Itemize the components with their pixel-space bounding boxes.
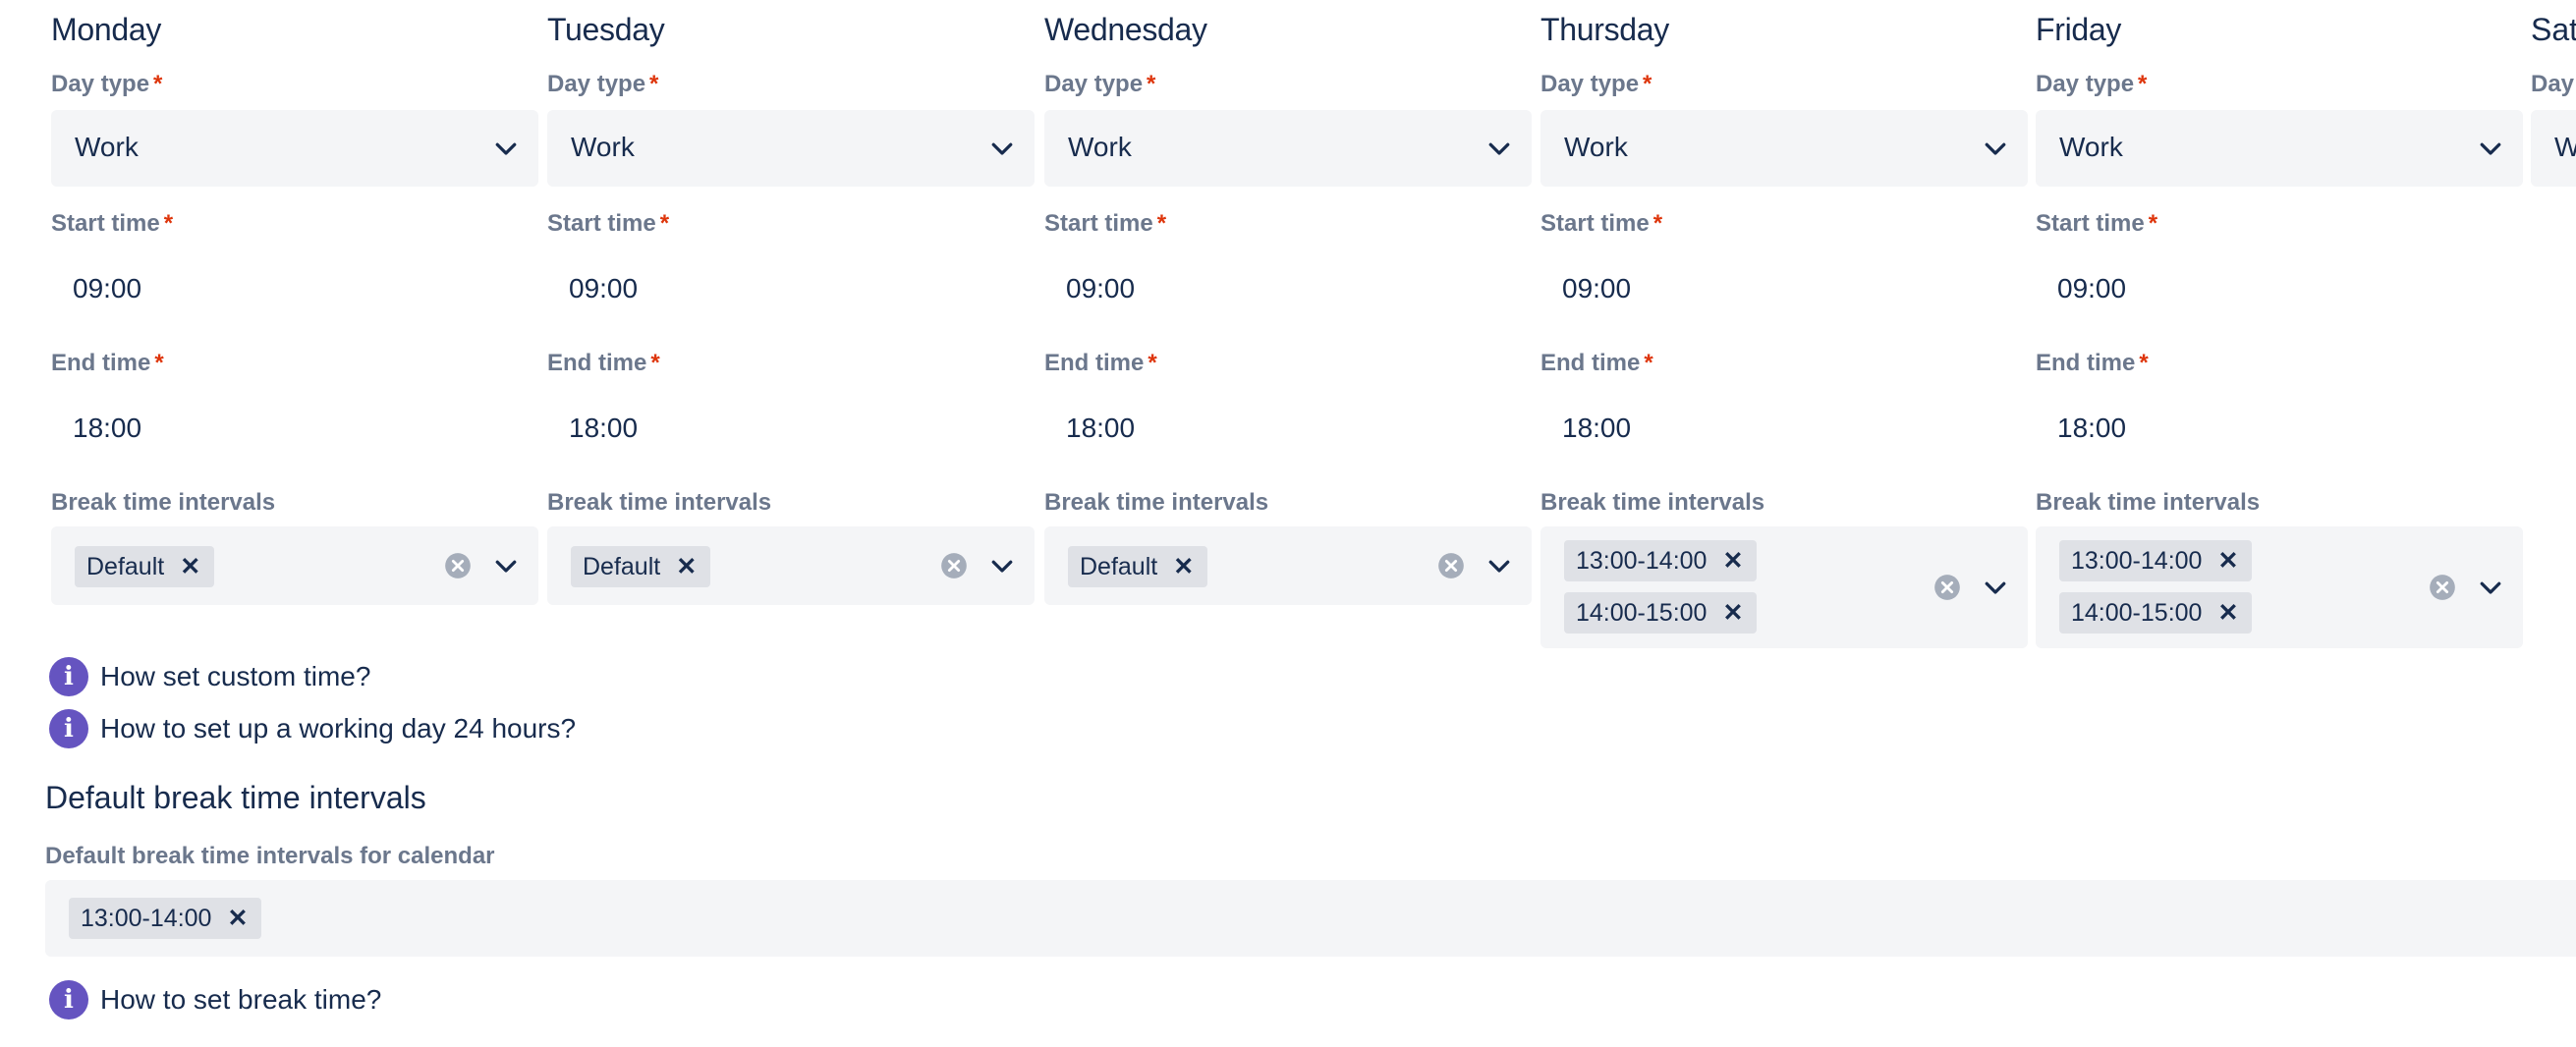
day-type-value: Work (1068, 132, 1132, 162)
start-time-label: Start time * (547, 210, 670, 237)
day-title: Tuesday (547, 12, 665, 47)
chevron-down-icon (1488, 142, 1510, 155)
chevron-down-icon[interactable] (987, 551, 1017, 580)
end-time-label: End time * (547, 350, 660, 376)
end-time-label: End time * (51, 350, 164, 376)
chevron-down-icon[interactable] (2476, 573, 2505, 602)
end-time-input[interactable]: 18:00 (73, 413, 141, 444)
section-title: Default break time intervals (45, 780, 426, 815)
day-type-label: Day type * (1044, 71, 1156, 97)
day-type-select[interactable]: Work (1540, 110, 2028, 187)
chip-remove-icon[interactable]: ✕ (676, 552, 697, 581)
start-time-input[interactable]: 09:00 (1066, 273, 1135, 304)
chevron-down-icon[interactable] (491, 551, 521, 580)
break-intervals-label: Break time intervals (1540, 489, 1765, 516)
day-type-value: Work (571, 132, 635, 162)
day-type-select[interactable]: Work (1044, 110, 1532, 187)
break-chip: 13:00-14:00 ✕ (2059, 540, 2253, 581)
chip-remove-icon[interactable]: ✕ (1173, 552, 1194, 581)
end-time-input[interactable]: 18:00 (569, 413, 638, 444)
clear-icon[interactable] (1437, 552, 1465, 579)
break-chip: 14:00-15:00 ✕ (2059, 592, 2253, 634)
day-title: Thursday (1540, 12, 1669, 47)
day-type-select[interactable]: W (2531, 110, 2576, 187)
day-type-select[interactable]: Work (547, 110, 1035, 187)
day-type-label: Day (2531, 71, 2575, 97)
chevron-down-icon[interactable] (1981, 573, 2010, 602)
chevron-down-icon (2480, 142, 2501, 155)
day-type-value: Work (1564, 132, 1628, 162)
chevron-down-icon (495, 142, 517, 155)
day-type-select[interactable]: Work (2036, 110, 2523, 187)
day-type-value: W (2554, 132, 2576, 162)
start-time-label: Start time * (1540, 210, 1663, 237)
day-type-label: Day type * (1540, 71, 1652, 97)
start-time-label: Start time * (1044, 210, 1167, 237)
day-type-value: Work (75, 132, 139, 162)
day-title: Sat (2531, 12, 2576, 47)
start-time-label: Start time * (51, 210, 174, 237)
break-intervals-label: Break time intervals (547, 489, 772, 516)
chevron-down-icon (991, 142, 1013, 155)
break-chip: 13:00-14:00 ✕ (69, 898, 262, 939)
info-icon: i (49, 657, 88, 696)
start-time-input[interactable]: 09:00 (2057, 273, 2126, 304)
chip-remove-icon[interactable]: ✕ (2217, 598, 2238, 628)
end-time-input[interactable]: 18:00 (2057, 413, 2126, 444)
day-title: Monday (51, 12, 162, 47)
break-intervals-label: Break time intervals (1044, 489, 1269, 516)
day-title: Wednesday (1044, 12, 1207, 47)
break-chip: 13:00-14:00 ✕ (1564, 540, 1758, 581)
end-time-input[interactable]: 18:00 (1066, 413, 1135, 444)
info-icon: i (49, 709, 88, 748)
break-intervals-select[interactable]: 13:00-14:00 ✕ 14:00-15:00 ✕ (1540, 526, 2028, 648)
info-icon: i (49, 980, 88, 1019)
end-time-label: End time * (1044, 350, 1157, 376)
day-title: Friday (2036, 12, 2122, 47)
day-type-label: Day type * (51, 71, 163, 97)
break-chip: Default ✕ (571, 546, 711, 587)
chip-remove-icon[interactable]: ✕ (2217, 546, 2238, 576)
end-time-input[interactable]: 18:00 (1562, 413, 1631, 444)
clear-icon[interactable] (940, 552, 968, 579)
help-link-text[interactable]: How set custom time? (100, 661, 370, 692)
break-chip: 14:00-15:00 ✕ (1564, 592, 1758, 634)
clear-icon[interactable] (2429, 574, 2456, 601)
start-time-input[interactable]: 09:00 (569, 273, 638, 304)
start-time-input[interactable]: 09:00 (73, 273, 141, 304)
end-time-label: End time * (2036, 350, 2149, 376)
break-intervals-label: Break time intervals (2036, 489, 2261, 516)
chevron-down-icon (1985, 142, 2006, 155)
chevron-down-icon[interactable] (1484, 551, 1514, 580)
break-intervals-select[interactable]: Default ✕ (1044, 526, 1532, 605)
default-breaks-select[interactable]: 13:00-14:00 ✕ (45, 880, 2576, 957)
break-intervals-select[interactable]: 13:00-14:00 ✕ 14:00-15:00 ✕ (2036, 526, 2523, 648)
day-type-label: Day type * (2036, 71, 2148, 97)
clear-icon[interactable] (1933, 574, 1961, 601)
help-custom-time[interactable]: i How set custom time? (49, 657, 370, 696)
chip-remove-icon[interactable]: ✕ (1722, 546, 1743, 576)
start-time-input[interactable]: 09:00 (1562, 273, 1631, 304)
break-intervals-select[interactable]: Default ✕ (547, 526, 1035, 605)
break-chip: Default ✕ (1068, 546, 1208, 587)
day-type-value: Work (2059, 132, 2123, 162)
chip-remove-icon[interactable]: ✕ (180, 552, 200, 581)
help-working-day-24h[interactable]: i How to set up a working day 24 hours? (49, 709, 576, 748)
chip-remove-icon[interactable]: ✕ (1722, 598, 1743, 628)
end-time-label: End time * (1540, 350, 1653, 376)
day-type-label: Day type * (547, 71, 659, 97)
start-time-label: Start time * (2036, 210, 2158, 237)
help-link-text[interactable]: How to set break time? (100, 984, 381, 1016)
day-type-select[interactable]: Work (51, 110, 538, 187)
chip-remove-icon[interactable]: ✕ (227, 904, 248, 933)
break-chip: Default ✕ (75, 546, 215, 587)
break-intervals-select[interactable]: Default ✕ (51, 526, 538, 605)
default-breaks-label: Default break time intervals for calenda… (45, 843, 495, 869)
clear-icon[interactable] (444, 552, 472, 579)
break-intervals-label: Break time intervals (51, 489, 276, 516)
day-column-saturday: Sat Day W (2531, 0, 2576, 196)
help-link-text[interactable]: How to set up a working day 24 hours? (100, 713, 576, 744)
help-break-time[interactable]: i How to set break time? (49, 980, 381, 1019)
